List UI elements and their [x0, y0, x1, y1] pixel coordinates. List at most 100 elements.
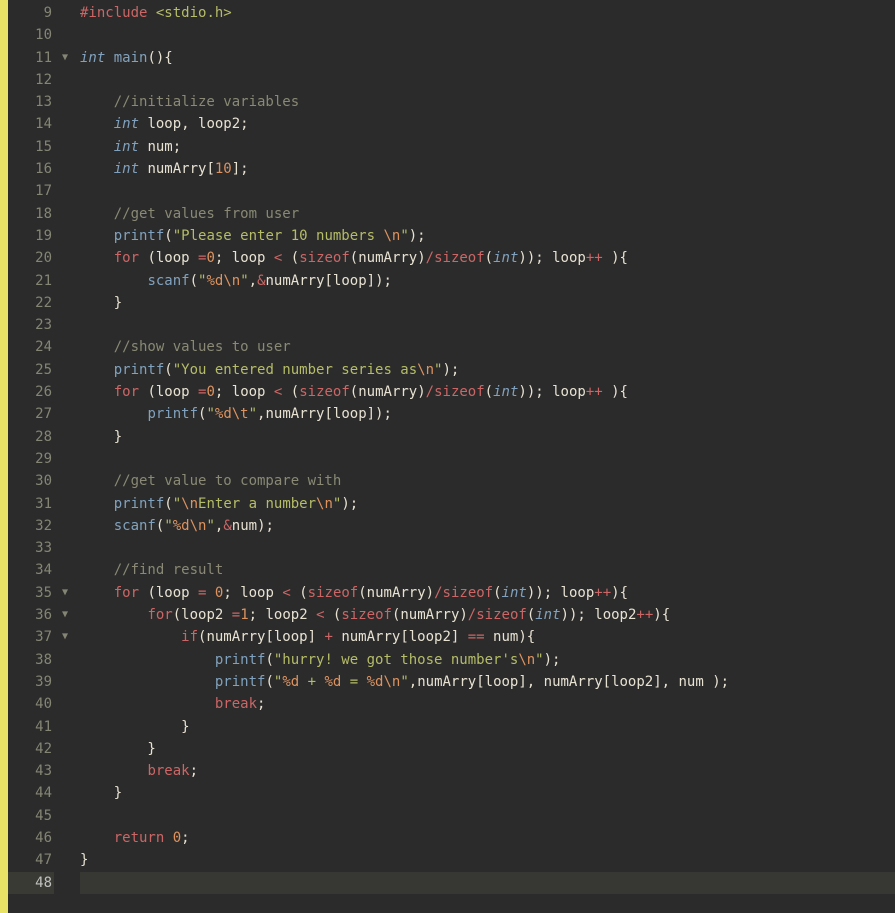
fold-marker — [58, 314, 72, 336]
code-line[interactable]: //find result — [80, 559, 895, 581]
code-line[interactable]: break; — [80, 760, 895, 782]
code-line[interactable]: printf("\nEnter a number\n"); — [80, 493, 895, 515]
line-number[interactable]: 24 — [8, 336, 54, 358]
code-line[interactable] — [80, 872, 895, 894]
code-line[interactable]: printf("%d\t",numArry[loop]); — [80, 403, 895, 425]
line-number[interactable]: 18 — [8, 203, 54, 225]
code-line[interactable]: printf("Please enter 10 numbers \n"); — [80, 225, 895, 247]
token-punc: (loop — [139, 585, 198, 601]
code-line[interactable] — [80, 805, 895, 827]
line-number[interactable]: 47 — [8, 849, 54, 871]
line-number[interactable]: 25 — [8, 359, 54, 381]
line-number[interactable]: 21 — [8, 270, 54, 292]
line-number[interactable]: 16 — [8, 158, 54, 180]
token-punc: ( — [493, 585, 501, 601]
fold-column[interactable]: ▼▼▼▼ — [58, 0, 72, 913]
line-number[interactable]: 30 — [8, 470, 54, 492]
line-number[interactable]: 28 — [8, 426, 54, 448]
token-punc: } — [80, 741, 156, 757]
line-number[interactable]: 39 — [8, 671, 54, 693]
token-op: / — [434, 585, 442, 601]
token-kw-it: int — [80, 50, 105, 66]
line-number-gutter[interactable]: 9101112131415161718192021222324252627282… — [8, 0, 58, 913]
code-line[interactable]: } — [80, 782, 895, 804]
code-editor[interactable]: 9101112131415161718192021222324252627282… — [0, 0, 895, 913]
code-line[interactable]: scanf("%d\n",&num); — [80, 515, 895, 537]
code-line[interactable]: //get values from user — [80, 203, 895, 225]
code-line[interactable]: printf("You entered number series as\n")… — [80, 359, 895, 381]
line-number[interactable]: 19 — [8, 225, 54, 247]
line-number[interactable]: 44 — [8, 782, 54, 804]
line-number[interactable]: 9 — [8, 2, 54, 24]
code-line[interactable]: for (loop =0; loop < (sizeof(numArry)/si… — [80, 381, 895, 403]
line-number[interactable]: 11 — [8, 47, 54, 69]
fold-marker[interactable]: ▼ — [58, 47, 72, 69]
line-number[interactable]: 31 — [8, 493, 54, 515]
line-number[interactable]: 32 — [8, 515, 54, 537]
line-number[interactable]: 36 — [8, 604, 54, 626]
code-line[interactable]: } — [80, 426, 895, 448]
line-number[interactable]: 12 — [8, 69, 54, 91]
line-number[interactable]: 10 — [8, 24, 54, 46]
code-line[interactable]: for (loop = 0; loop < (sizeof(numArry)/s… — [80, 582, 895, 604]
code-line[interactable]: int num; — [80, 136, 895, 158]
code-line[interactable]: int numArry[10]; — [80, 158, 895, 180]
line-number[interactable]: 17 — [8, 180, 54, 202]
line-number[interactable]: 34 — [8, 559, 54, 581]
line-number[interactable]: 46 — [8, 827, 54, 849]
code-line[interactable] — [80, 180, 895, 202]
code-line[interactable]: if(numArry[loop] + numArry[loop2] == num… — [80, 626, 895, 648]
code-line[interactable] — [80, 69, 895, 91]
line-number[interactable]: 26 — [8, 381, 54, 403]
code-line[interactable]: #include <stdio.h> — [80, 2, 895, 24]
code-line[interactable] — [80, 537, 895, 559]
line-number[interactable]: 33 — [8, 537, 54, 559]
code-line[interactable]: int loop, loop2; — [80, 113, 895, 135]
token-fn: printf — [147, 406, 198, 422]
token-punc: ){ — [603, 250, 628, 266]
code-line[interactable] — [80, 314, 895, 336]
line-number[interactable]: 29 — [8, 448, 54, 470]
line-number[interactable]: 45 — [8, 805, 54, 827]
line-number[interactable]: 41 — [8, 716, 54, 738]
code-line[interactable]: for(loop2 =1; loop2 < (sizeof(numArry)/s… — [80, 604, 895, 626]
code-line[interactable]: } — [80, 716, 895, 738]
fold-marker[interactable]: ▼ — [58, 604, 72, 626]
line-number[interactable]: 13 — [8, 91, 54, 113]
token-esc: \n — [316, 496, 333, 512]
code-line[interactable]: //show values to user — [80, 336, 895, 358]
line-number[interactable]: 27 — [8, 403, 54, 425]
code-line[interactable]: //initialize variables — [80, 91, 895, 113]
line-number[interactable]: 20 — [8, 247, 54, 269]
code-line[interactable] — [80, 24, 895, 46]
line-number[interactable]: 23 — [8, 314, 54, 336]
code-area[interactable]: #include <stdio.h> int main(){ //initial… — [72, 0, 895, 913]
token-op: & — [223, 518, 231, 534]
code-line[interactable]: //get value to compare with — [80, 470, 895, 492]
code-line[interactable]: printf("hurry! we got those number's\n")… — [80, 649, 895, 671]
code-line[interactable]: } — [80, 292, 895, 314]
line-number[interactable]: 15 — [8, 136, 54, 158]
line-number[interactable]: 43 — [8, 760, 54, 782]
code-line[interactable]: for (loop =0; loop < (sizeof(numArry)/si… — [80, 247, 895, 269]
line-number[interactable]: 48 — [8, 872, 54, 894]
token-punc — [80, 629, 181, 645]
code-line[interactable]: break; — [80, 693, 895, 715]
code-line[interactable]: } — [80, 738, 895, 760]
fold-marker[interactable]: ▼ — [58, 582, 72, 604]
line-number[interactable]: 22 — [8, 292, 54, 314]
token-punc: ( — [325, 607, 342, 623]
line-number[interactable]: 14 — [8, 113, 54, 135]
code-line[interactable] — [80, 448, 895, 470]
code-line[interactable]: return 0; — [80, 827, 895, 849]
line-number[interactable]: 37 — [8, 626, 54, 648]
code-line[interactable]: scanf("%d\n",&numArry[loop]); — [80, 270, 895, 292]
fold-marker[interactable]: ▼ — [58, 626, 72, 648]
code-line[interactable]: printf("%d + %d = %d\n",numArry[loop], n… — [80, 671, 895, 693]
code-line[interactable]: int main(){ — [80, 47, 895, 69]
line-number[interactable]: 40 — [8, 693, 54, 715]
line-number[interactable]: 42 — [8, 738, 54, 760]
code-line[interactable]: } — [80, 849, 895, 871]
line-number[interactable]: 38 — [8, 649, 54, 671]
line-number[interactable]: 35 — [8, 582, 54, 604]
